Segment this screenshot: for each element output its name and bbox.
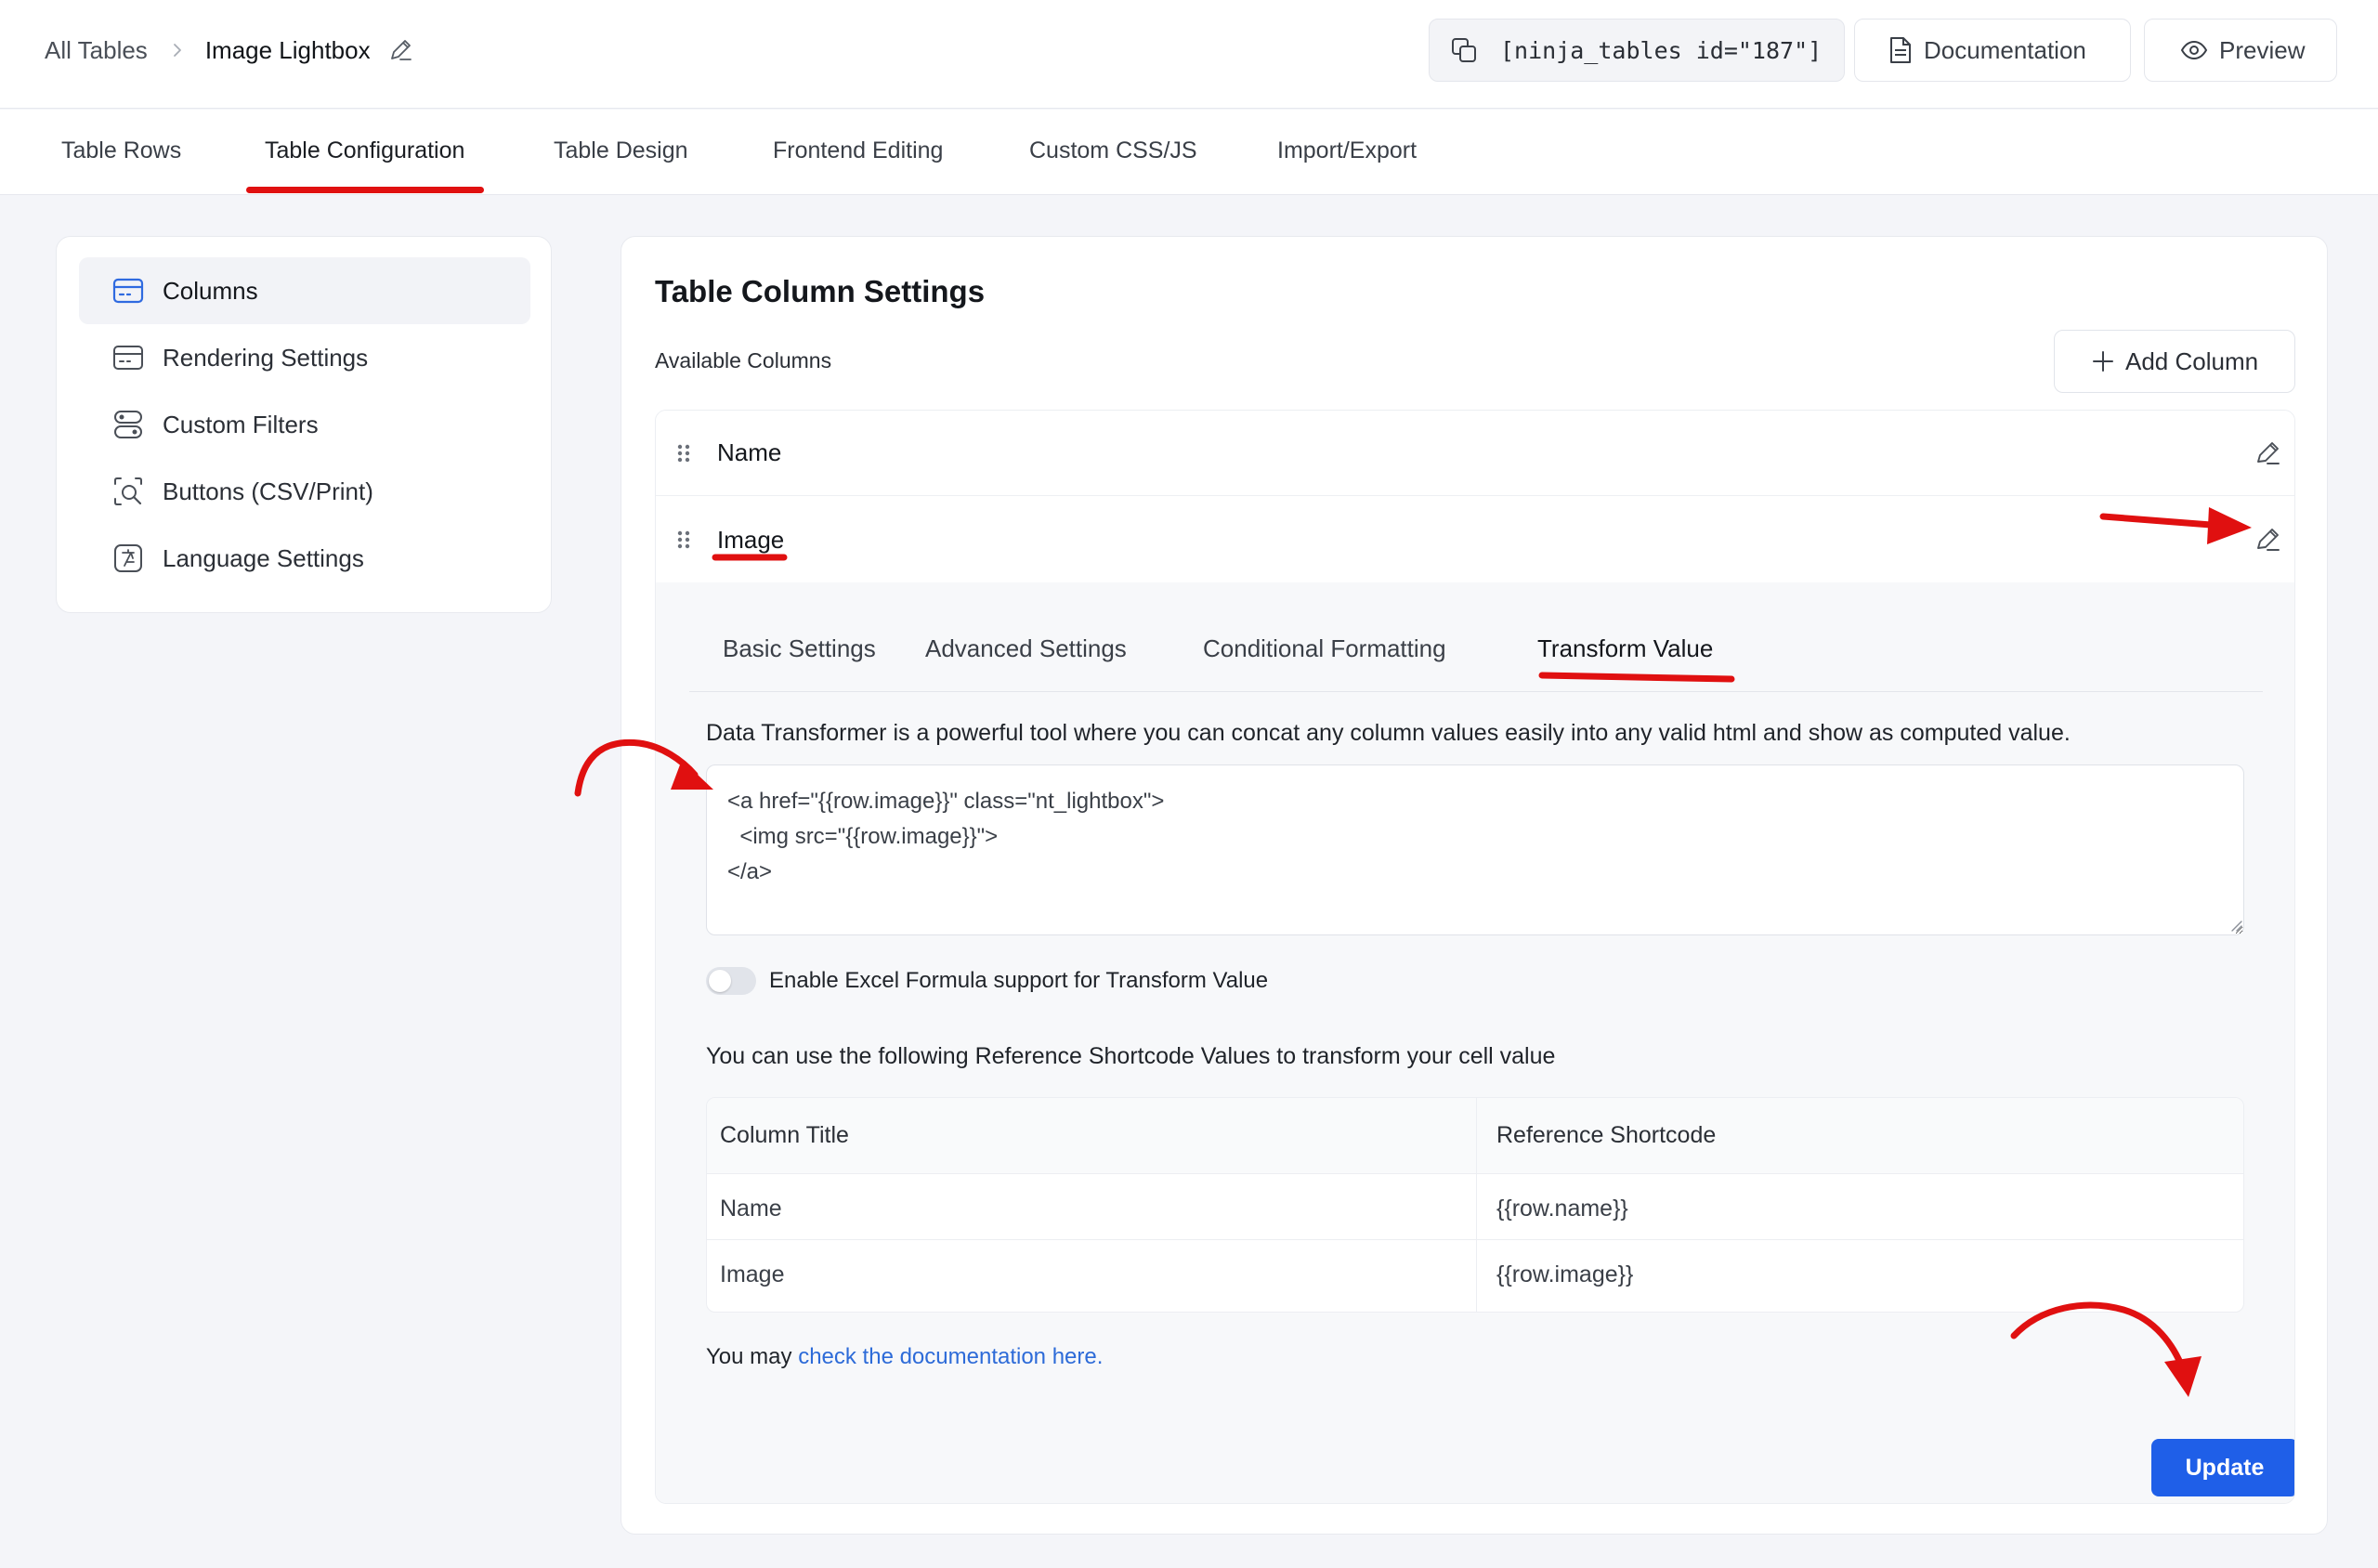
tab-custom-css-js[interactable]: Custom CSS/JS	[1029, 137, 1197, 164]
page-title: Table Column Settings	[655, 274, 986, 308]
sidebar-item-custom-filters[interactable]: Custom Filters	[79, 391, 530, 458]
column-editor-tabs: Basic Settings Advanced Settings Conditi…	[689, 582, 2263, 692]
tab-basic-settings[interactable]: Basic Settings	[723, 634, 876, 663]
table-cell: Name	[720, 1196, 782, 1222]
main-tabs: Table Rows Table Configuration Table Des…	[0, 110, 2378, 195]
resize-grip-icon[interactable]	[2229, 919, 2242, 932]
available-columns-label: Available Columns	[655, 348, 832, 372]
rendering-icon	[113, 346, 143, 370]
documentation-note: You may check the documentation here.	[706, 1344, 1103, 1370]
pencil-icon[interactable]	[2254, 439, 2281, 467]
sidebar-item-buttons-csv-print[interactable]: Buttons (CSV/Print)	[79, 458, 530, 525]
table-cell: Image	[720, 1261, 785, 1287]
drag-handle-icon[interactable]	[674, 529, 693, 551]
excel-formula-toggle[interactable]	[706, 967, 756, 995]
tab-advanced-settings[interactable]: Advanced Settings	[925, 634, 1127, 663]
tab-frontend-editing[interactable]: Frontend Editing	[773, 137, 943, 164]
card-icon	[112, 278, 144, 304]
documentation-label: Documentation	[1924, 35, 2086, 64]
chevron-right-icon	[173, 44, 181, 57]
column-list: Name Image Basic Settings Advanced Setti…	[655, 410, 2295, 1504]
column-name: Image	[717, 525, 785, 554]
plus-icon	[2093, 351, 2113, 372]
tab-conditional-formatting[interactable]: Conditional Formatting	[1203, 634, 1446, 663]
tab-import-export[interactable]: Import/Export	[1277, 137, 1417, 164]
column-header-shortcode: Reference Shortcode	[1496, 1122, 1717, 1148]
breadcrumb: All Tables Image Lightbox	[45, 33, 413, 67]
top-header: All Tables Image Lightbox [ninja_tables …	[0, 0, 2378, 109]
column-editor: Basic Settings Advanced Settings Conditi…	[656, 582, 2294, 1503]
transformer-description: Data Transformer is a powerful tool wher…	[706, 720, 2071, 746]
pencil-icon[interactable]	[387, 37, 413, 63]
sidebar-item-label: Language Settings	[163, 543, 364, 572]
settings-sidebar: Columns Rendering Settings Custom Filter…	[56, 236, 552, 613]
column-divider	[1476, 1098, 1477, 1312]
documentation-note-prefix: You may	[706, 1344, 792, 1369]
tab-table-configuration[interactable]: Table Configuration	[265, 137, 464, 164]
update-button[interactable]: Update	[2151, 1439, 2294, 1496]
language-icon	[114, 544, 142, 572]
table-cell: {{row.image}}	[1496, 1261, 1634, 1287]
add-column-label: Add Column	[2125, 346, 2259, 375]
column-row-name[interactable]: Name	[656, 411, 2294, 496]
sidebar-item-label: Rendering Settings	[163, 343, 369, 372]
breadcrumb-current-table: Image Lightbox	[204, 35, 371, 64]
search-frame-icon	[114, 477, 142, 505]
reference-shortcode-table: Column Title Reference Shortcode Name {{…	[706, 1097, 2244, 1313]
documentation-button[interactable]: Documentation	[1854, 19, 2131, 82]
drag-handle-icon[interactable]	[674, 442, 693, 464]
shortcode-text: [ninja_tables id="187"]	[1500, 36, 1823, 64]
copy-icon	[1452, 38, 1476, 62]
excel-formula-toggle-row: Enable Excel Formula support for Transfo…	[706, 967, 1268, 995]
column-name: Name	[717, 438, 782, 466]
document-icon	[1890, 37, 1911, 63]
reference-note: You can use the following Reference Shor…	[706, 1043, 1556, 1069]
table-cell: {{row.name}}	[1496, 1196, 1628, 1222]
shortcode-copy-button[interactable]: [ninja_tables id="187"]	[1429, 19, 1845, 82]
eye-icon	[2180, 40, 2208, 60]
preview-button[interactable]: Preview	[2144, 19, 2337, 82]
breadcrumb-all-tables[interactable]: All Tables	[45, 36, 148, 65]
add-column-button[interactable]: Add Column	[2054, 330, 2295, 393]
column-settings-panel: Table Column Settings Available Columns …	[621, 236, 2328, 1535]
documentation-link[interactable]: check the documentation here.	[798, 1344, 1103, 1369]
sidebar-item-columns[interactable]: Columns	[79, 257, 530, 324]
tab-table-design[interactable]: Table Design	[554, 137, 688, 164]
sidebar-item-label: Columns	[163, 276, 258, 305]
pencil-icon[interactable]	[2254, 526, 2281, 554]
sidebar-item-label: Buttons (CSV/Print)	[163, 477, 373, 505]
preview-label: Preview	[2219, 35, 2306, 64]
filters-icon	[114, 411, 142, 438]
transform-value-input[interactable]: <a href="{{row.image}}" class="nt_lightb…	[706, 764, 2244, 935]
sidebar-item-language-settings[interactable]: Language Settings	[79, 525, 530, 592]
excel-formula-toggle-label: Enable Excel Formula support for Transfo…	[769, 968, 1269, 993]
tab-transform-value[interactable]: Transform Value	[1537, 634, 1713, 663]
column-row-image[interactable]: Image	[656, 497, 2294, 582]
sidebar-item-rendering-settings[interactable]: Rendering Settings	[79, 324, 530, 391]
column-header-title: Column Title	[720, 1122, 849, 1148]
sidebar-item-label: Custom Filters	[163, 410, 319, 438]
tab-table-rows[interactable]: Table Rows	[61, 137, 181, 164]
active-tab-annotation-underline	[246, 187, 484, 193]
